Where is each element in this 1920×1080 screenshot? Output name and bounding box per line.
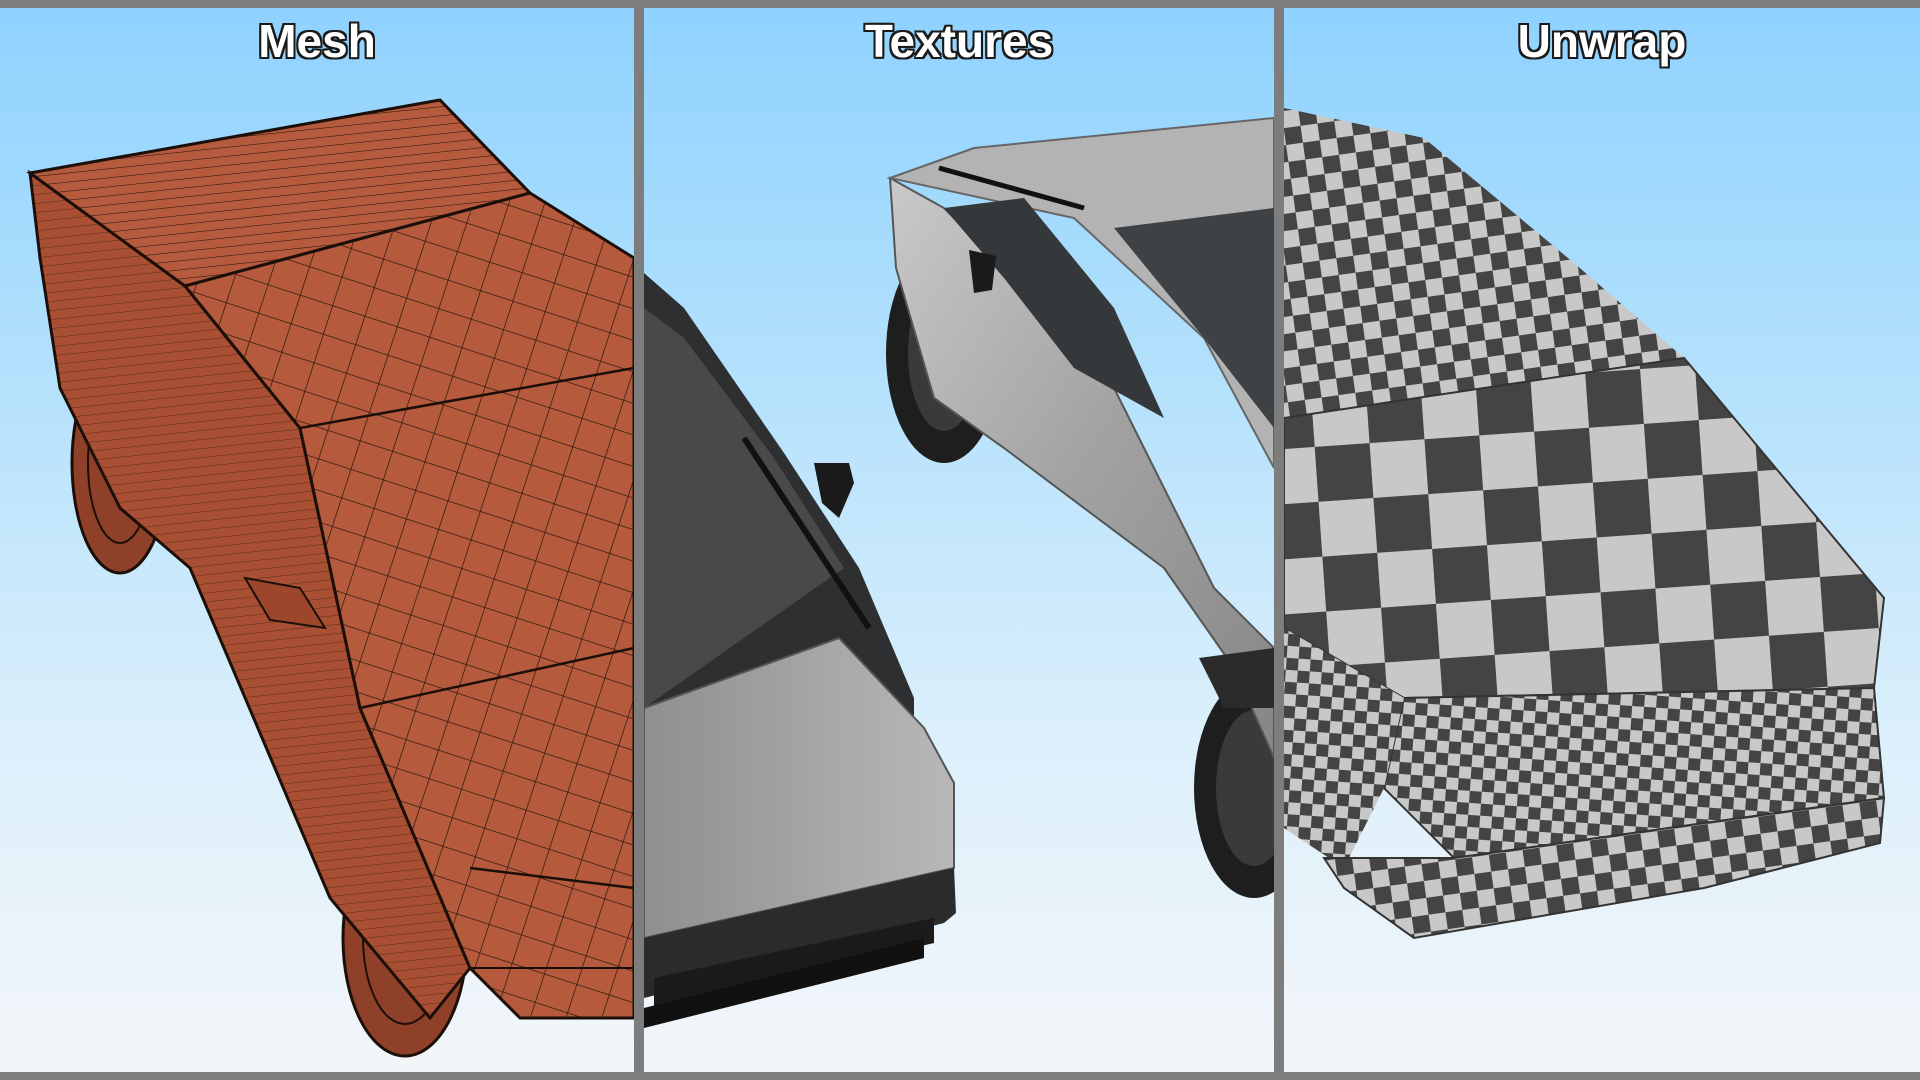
textures-panel-title: Textures — [864, 15, 1054, 67]
unwrap-bed-cover — [1284, 356, 1886, 700]
top-border — [0, 0, 1920, 8]
mesh-panel: Mesh — [0, 8, 634, 1072]
panel-divider-1 — [634, 0, 644, 1080]
textures-render — [644, 116, 1274, 1028]
unwrap-panel-title: Unwrap — [1517, 15, 1687, 67]
panel-divider-2 — [1274, 0, 1284, 1080]
bottom-border — [0, 1072, 1920, 1080]
mesh-wireframe-render — [26, 98, 634, 1058]
unwrap-checker-render — [1284, 108, 1886, 940]
unwrap-panel: Unwrap — [1284, 8, 1920, 1072]
mesh-panel-title: Mesh — [258, 15, 376, 67]
textures-panel: Textures — [644, 8, 1274, 1072]
